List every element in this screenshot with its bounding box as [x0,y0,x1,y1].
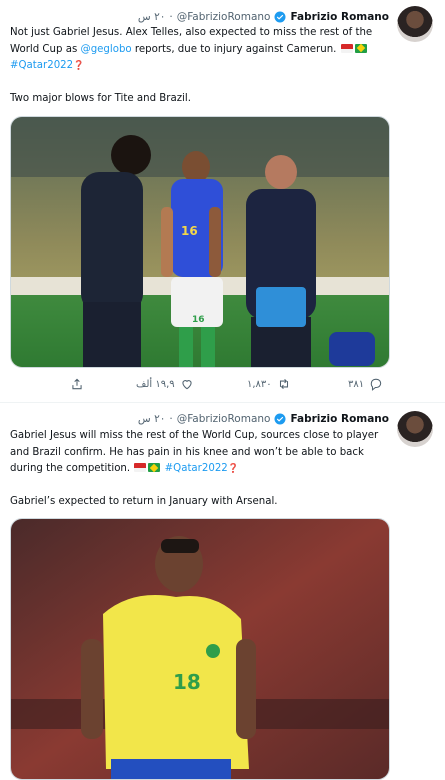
tweet-text: Gabriel Jesus will miss the rest of the … [10,428,390,511]
player-shirt-number: 18 [173,670,201,694]
tweet-text-part: reports, due to injury against Camerun. [131,43,337,55]
tweet-header: ٢٠ س · @FabrizioRomano Fabrizio Romano [138,410,389,428]
tweet-photo[interactable]: 16 16 [10,116,390,368]
verified-badge-icon [274,11,286,23]
verified-badge-icon [274,413,286,425]
heart-icon [182,380,192,390]
tweet-header: ٢٠ س · @FabrizioRomano Fabrizio Romano [138,8,389,26]
author-name[interactable]: Fabrizio Romano [290,413,389,425]
hashtag-link[interactable]: #Qatar2022 [165,463,228,474]
like-count: ١٩,٩ ألف [136,378,175,390]
tweet-actions: ٣٨١ ١,٨٣٠ ١٩,٩ ألف [0,377,445,397]
tweet-text-part: Gabriel’s expected to return in January … [10,496,278,507]
retweet-icon [279,378,288,390]
pin-emoji-icon: ❓ [73,61,85,71]
tweet-text: Not just Gabriel Jesus. Alex Telles, als… [10,25,390,108]
retweet-button[interactable]: ١,٨٣٠ [247,377,291,391]
like-button[interactable]: ١٩,٩ ألف [136,377,194,391]
brazil-flag-icon [354,43,367,53]
separator-dot: · [169,413,173,425]
jesus-photo: 18 [11,519,389,779]
tweet-2[interactable]: ٢٠ س · @FabrizioRomano Fabrizio Romano G… [0,403,445,780]
tweet-time[interactable]: ٢٠ س [138,413,165,425]
retweet-count: ١,٨٣٠ [247,378,272,390]
author-name[interactable]: Fabrizio Romano [290,11,389,23]
reply-button[interactable]: ٣٨١ [348,377,383,391]
separator-dot: · [169,11,173,23]
tweet-time[interactable]: ٢٠ س [138,11,165,23]
injury-photo: 16 16 [11,117,389,367]
author-avatar[interactable] [397,411,433,447]
reply-icon [370,378,382,391]
mention-link[interactable]: @geglobo [81,44,132,55]
tweet-1[interactable]: ٢٠ س · @FabrizioRomano Fabrizio Romano N… [0,0,445,400]
player-shirt-number: 16 [181,224,198,238]
share-button[interactable] [70,377,84,391]
reply-count: ٣٨١ [348,378,365,390]
author-avatar[interactable] [397,6,433,42]
pin-emoji-icon: ❓ [227,464,240,474]
tweet-text-part: Two major blows for Tite and Brazil. [10,93,191,104]
author-handle[interactable]: @FabrizioRomano [177,11,271,23]
share-icon [72,378,82,390]
player-shorts-number: 16 [192,315,205,325]
tweet-photo[interactable]: 18 [10,518,390,780]
cameroon-flag-icon [134,463,147,472]
brazil-flag-icon [148,463,161,472]
cameroon-flag-icon [340,43,353,53]
author-handle[interactable]: @FabrizioRomano [177,413,271,425]
hashtag-link[interactable]: #Qatar2022 [10,60,73,71]
